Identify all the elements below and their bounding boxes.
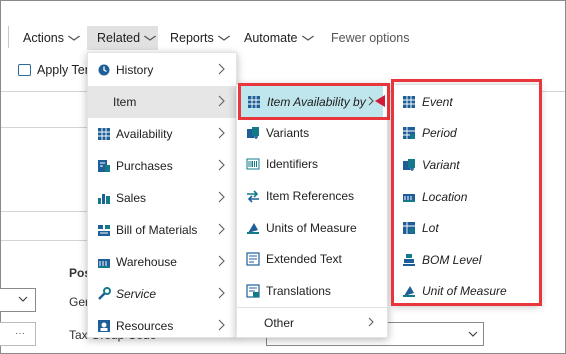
- chevron-right-icon: [217, 190, 226, 204]
- menu-item-warehouse[interactable]: Warehouse: [88, 246, 236, 278]
- barcode-icon: [246, 157, 260, 171]
- menu-item-item-references[interactable]: Item References: [237, 180, 387, 212]
- chevron-down-icon: [67, 34, 81, 42]
- menu-item-purchases[interactable]: Purchases: [88, 150, 236, 182]
- menu-item-identifiers[interactable]: Identifiers: [237, 149, 387, 181]
- menu-item-history[interactable]: History: [88, 54, 236, 86]
- units-of-measure-icon: [246, 221, 260, 235]
- chevron-right-icon: [217, 222, 226, 236]
- item-submenu: Item Availability by Variants Identifier…: [236, 84, 388, 338]
- menu-item-label: Other: [264, 315, 295, 330]
- tax-group-field[interactable]: ···: [0, 322, 36, 346]
- menu-item-label: Service: [116, 287, 157, 301]
- menu-item-item[interactable]: Item: [88, 86, 236, 118]
- variants-icon: [246, 126, 260, 140]
- menu-item-label: Item References: [266, 188, 355, 203]
- menu-item-label: Identifiers: [266, 157, 319, 172]
- chevron-right-icon: [217, 126, 226, 140]
- related-menu-button[interactable]: Related: [87, 26, 158, 50]
- bill-of-materials-icon: [97, 223, 111, 237]
- resources-icon: [97, 319, 111, 333]
- menu-item-label: Item: [113, 95, 137, 109]
- menu-item-variants[interactable]: Variants: [237, 117, 387, 149]
- posting-group-select[interactable]: [0, 288, 36, 312]
- fewer-options-button[interactable]: Fewer options: [323, 26, 418, 50]
- reports-label: Reports: [170, 31, 214, 45]
- apply-template-button[interactable]: Apply Ten: [18, 63, 92, 77]
- chevron-right-icon: [217, 62, 226, 76]
- actions-label: Actions: [23, 31, 64, 45]
- chevron-right-icon: [217, 318, 226, 332]
- related-label: Related: [97, 31, 141, 45]
- menu-item-availability[interactable]: Availability: [88, 118, 236, 150]
- menu-item-bill-of-materials[interactable]: Bill of Materials: [88, 214, 236, 246]
- callout-pointer: [375, 95, 385, 107]
- highlight-callout-item-availability: [238, 83, 390, 120]
- menu-item-label: Availability: [116, 127, 173, 141]
- highlight-callout-availability-submenu: [391, 79, 542, 306]
- menu-item-label: Units of Measure: [266, 220, 357, 235]
- automate-menu-button[interactable]: Automate: [237, 26, 320, 50]
- chevron-down-icon: [17, 293, 29, 305]
- menu-item-label: Translations: [266, 283, 331, 298]
- menu-item-label: Purchases: [116, 159, 173, 173]
- menu-item-label: Resources: [116, 319, 174, 333]
- chevron-right-icon: [217, 286, 226, 300]
- chevron-right-icon: [217, 254, 226, 268]
- menu-item-resources[interactable]: Resources: [88, 310, 236, 342]
- sales-icon: [97, 191, 111, 205]
- menu-item-label: History: [116, 63, 154, 77]
- chevron-right-icon: [367, 316, 375, 330]
- menu-item-units-of-measure[interactable]: Units of Measure: [237, 212, 387, 244]
- reports-menu-button[interactable]: Reports: [163, 26, 236, 50]
- menu-item-sales[interactable]: Sales: [88, 182, 236, 214]
- menu-item-other[interactable]: Other: [237, 307, 387, 339]
- history-icon: [97, 63, 111, 77]
- apply-template-label: Apply Ten: [37, 63, 92, 77]
- extended-text-icon: [246, 252, 260, 266]
- chevron-down-icon: [217, 34, 231, 42]
- page-divider: [1, 240, 91, 241]
- menu-item-service[interactable]: Service: [88, 278, 236, 310]
- page-divider: [1, 211, 91, 212]
- page-divider: [1, 127, 91, 128]
- chevron-right-icon: [217, 158, 226, 172]
- warehouse-icon: [97, 255, 111, 269]
- menu-item-label: Variants: [266, 125, 310, 140]
- swap-arrows-icon: [246, 189, 260, 203]
- template-icon: [18, 64, 31, 76]
- fewer-options-label: Fewer options: [331, 31, 410, 45]
- chevron-down-icon: [467, 328, 479, 340]
- menu-item-label: Warehouse: [116, 255, 177, 269]
- translations-icon: [246, 284, 260, 298]
- related-dropdown-menu: History Item Availability Purchases Sale…: [87, 52, 237, 338]
- menu-item-translations[interactable]: Translations: [237, 275, 387, 307]
- menu-item-extended-text[interactable]: Extended Text: [237, 243, 387, 275]
- chevron-right-icon: [217, 94, 226, 108]
- menu-item-label: Sales: [116, 191, 147, 205]
- service-icon: [97, 287, 111, 301]
- command-bar-separator: [8, 26, 9, 48]
- chevron-down-icon: [143, 34, 157, 42]
- actions-menu-button[interactable]: Actions: [16, 26, 86, 50]
- purchases-icon: [97, 159, 111, 173]
- availability-icon: [97, 127, 111, 141]
- chevron-down-icon: [301, 34, 315, 42]
- lookup-dots[interactable]: ···: [15, 328, 25, 339]
- automate-label: Automate: [244, 31, 298, 45]
- menu-item-label: Extended Text: [266, 252, 342, 267]
- gen-prod-posting-label: Ger: [69, 295, 90, 309]
- menu-item-label: Bill of Materials: [116, 223, 198, 237]
